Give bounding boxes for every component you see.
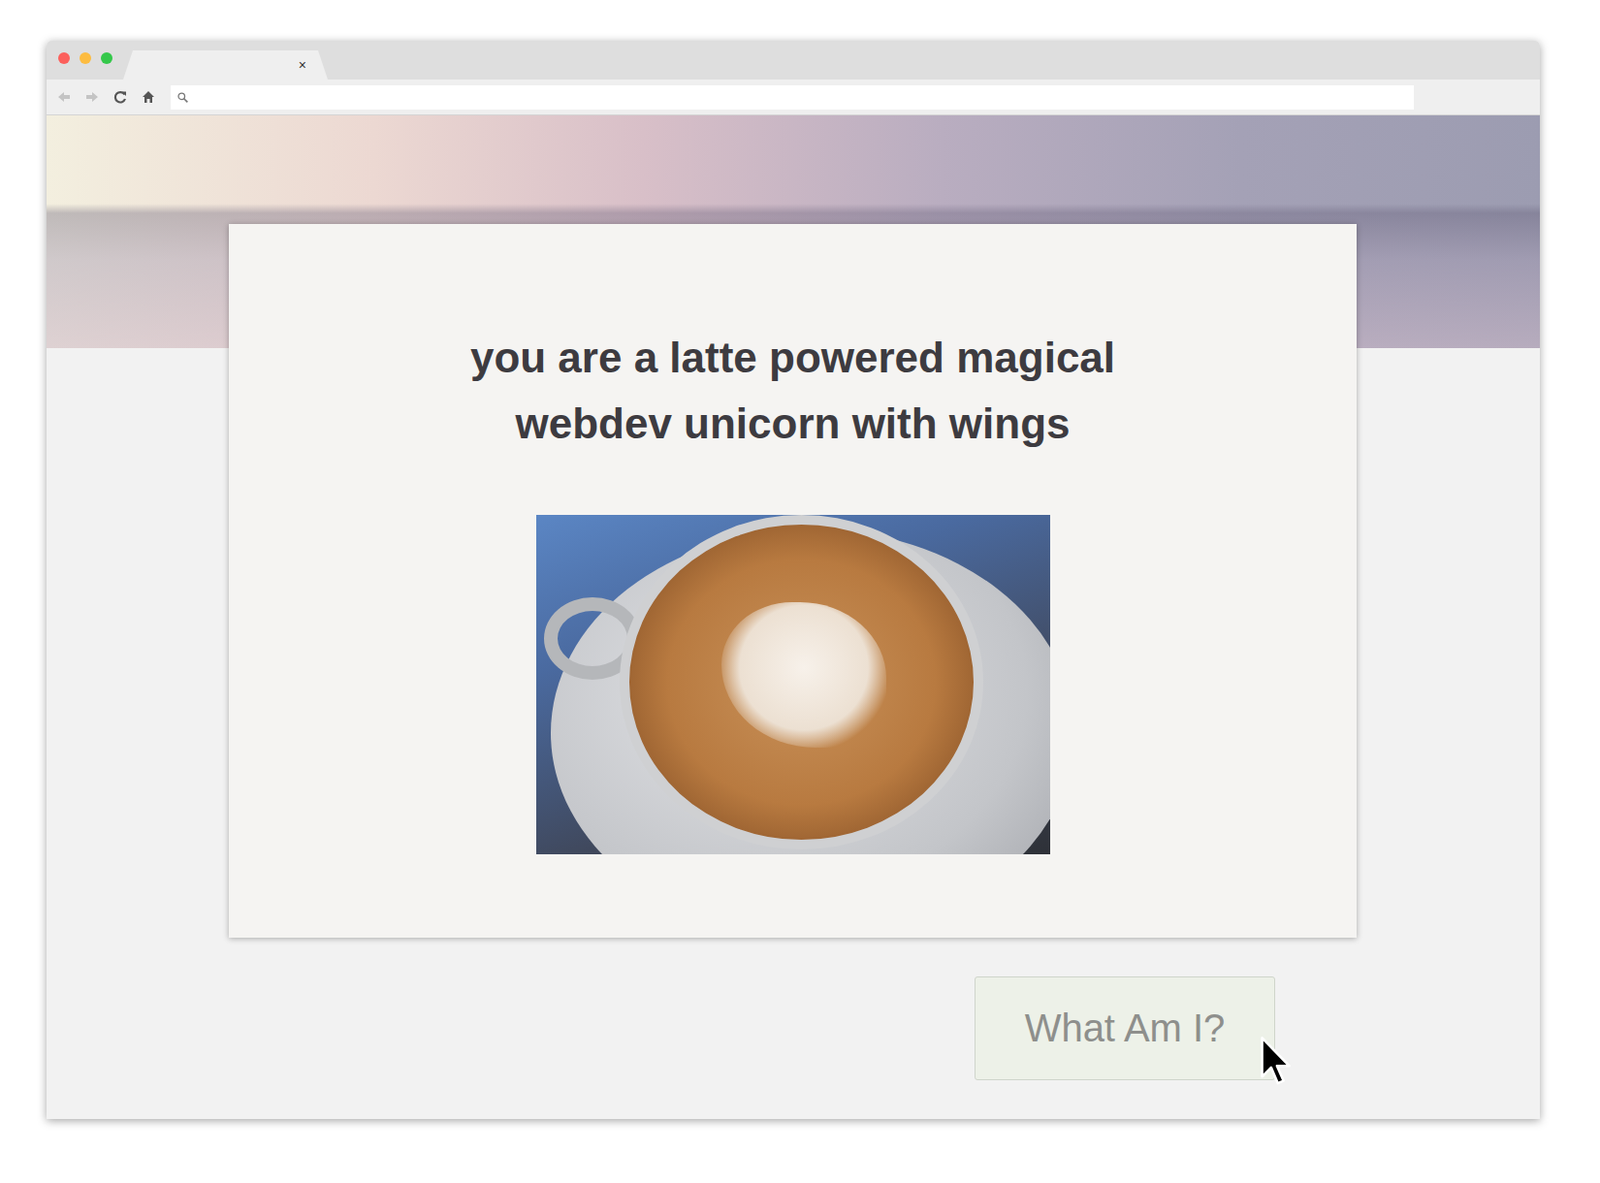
main-column: you are a latte powered magical webdev u… bbox=[228, 224, 1357, 1081]
back-arrow-icon[interactable] bbox=[56, 89, 72, 105]
latte-photo bbox=[536, 514, 1051, 855]
reload-icon[interactable] bbox=[112, 89, 128, 105]
forward-arrow-icon[interactable] bbox=[84, 89, 100, 105]
button-row: What Am I? bbox=[228, 976, 1357, 1081]
result-heading: you are a latte powered magical webdev u… bbox=[395, 324, 1191, 457]
browser-window: × you are a latte powered magical webdev … bbox=[46, 40, 1540, 1120]
window-controls bbox=[46, 52, 113, 64]
minimize-window-button[interactable] bbox=[79, 52, 92, 64]
mouse-cursor-icon bbox=[1259, 1034, 1293, 1089]
home-icon[interactable] bbox=[140, 89, 157, 105]
toolbar bbox=[46, 79, 1540, 116]
address-bar[interactable] bbox=[170, 85, 1414, 110]
tab-bar: × bbox=[46, 40, 1540, 80]
browser-tab[interactable]: × bbox=[123, 50, 328, 80]
maximize-window-button[interactable] bbox=[100, 52, 113, 64]
result-card: you are a latte powered magical webdev u… bbox=[228, 224, 1357, 938]
search-icon bbox=[176, 91, 190, 104]
tab-close-button[interactable]: × bbox=[298, 58, 307, 72]
web-page: you are a latte powered magical webdev u… bbox=[46, 115, 1540, 1120]
close-window-button[interactable] bbox=[58, 52, 70, 64]
what-am-i-button[interactable]: What Am I? bbox=[974, 976, 1276, 1081]
desktop: × you are a latte powered magical webdev … bbox=[0, 0, 1600, 1183]
